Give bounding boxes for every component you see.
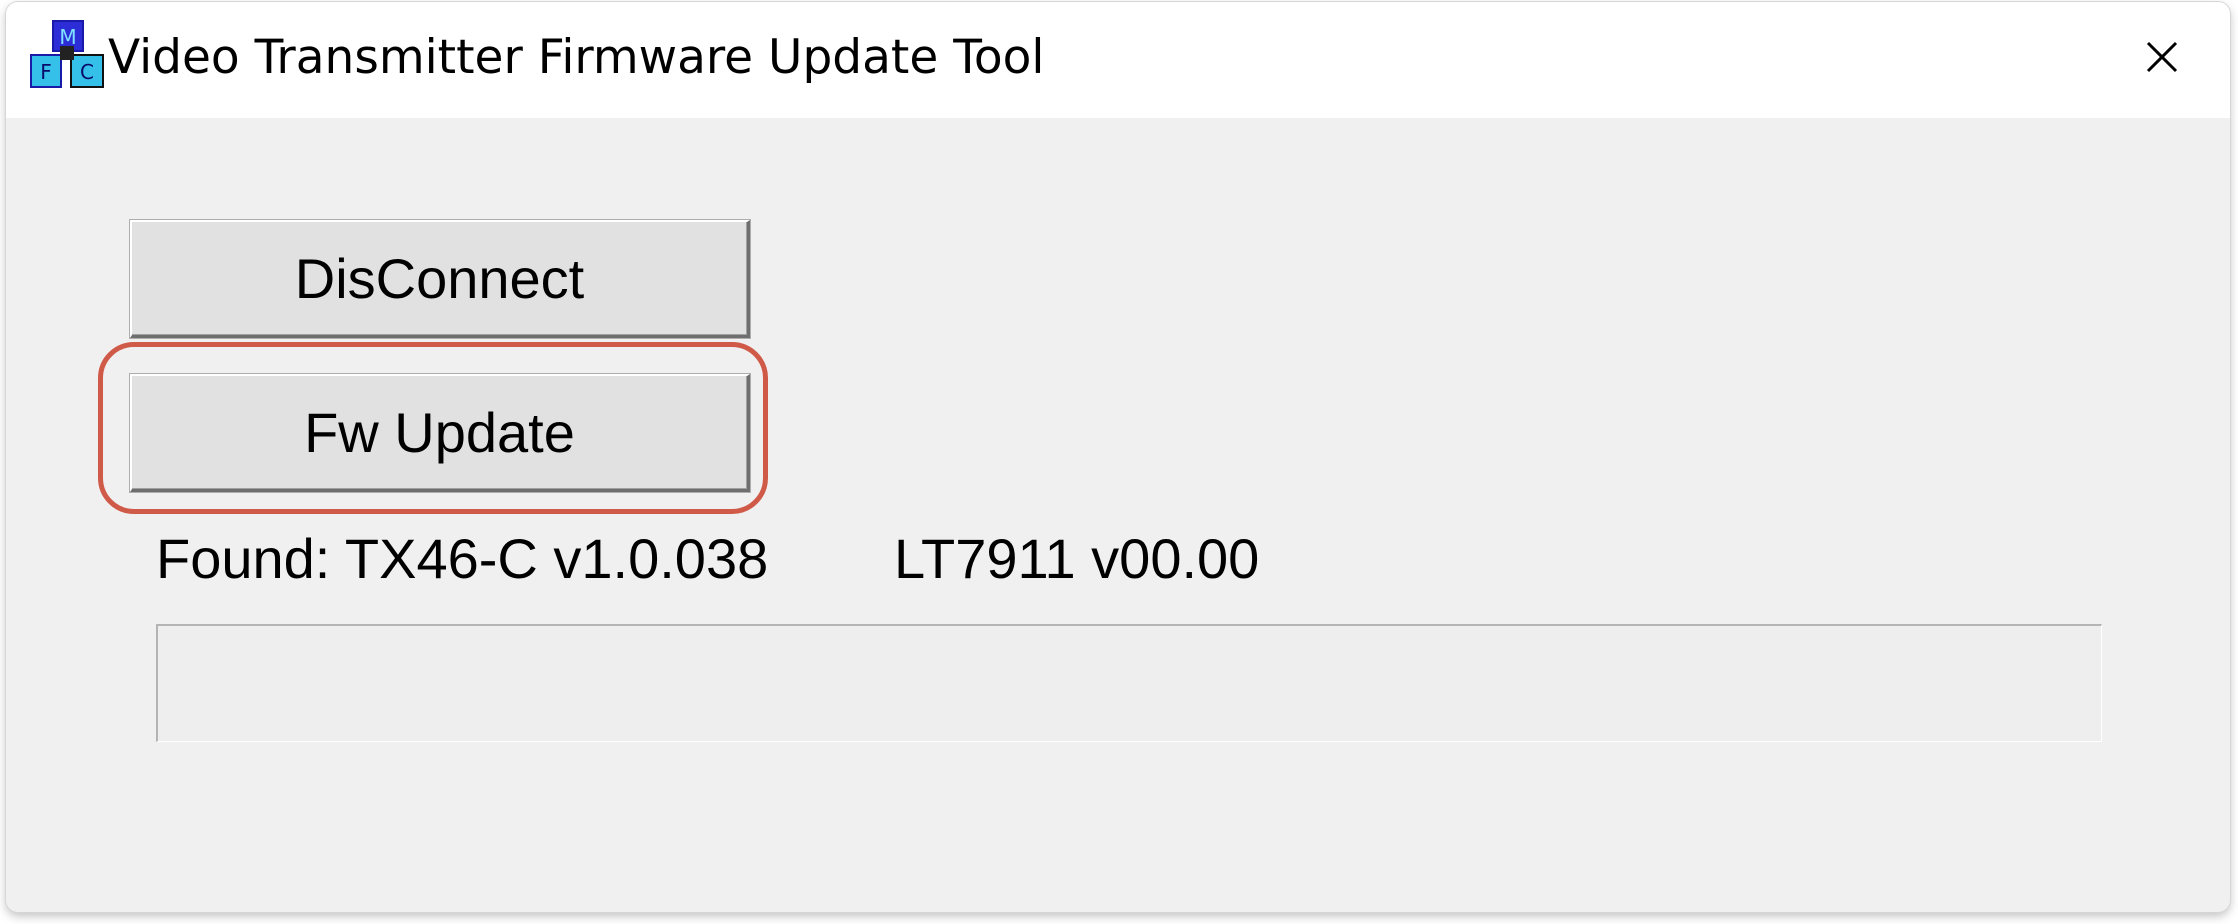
found-device-label: Found: TX46-C v1.0.038 [156,527,769,590]
window-title: Video Transmitter Firmware Update Tool [108,30,1045,85]
close-button[interactable] [2124,24,2200,90]
progress-bar [156,624,2102,742]
svg-text:F: F [40,60,52,84]
disconnect-button[interactable]: DisConnect [130,220,750,338]
app-window: M F C Video Transmitter Firmware Update … [6,2,2230,912]
fw-update-button[interactable]: Fw Update [130,374,750,492]
cubes-app-icon: M F C [30,20,104,88]
close-icon [2146,41,2178,73]
svg-text:C: C [80,60,94,84]
svg-text:M: M [59,25,76,49]
lt-version-label: LT7911 v00.00 [894,527,1260,590]
title-bar[interactable]: M F C Video Transmitter Firmware Update … [6,2,2230,118]
